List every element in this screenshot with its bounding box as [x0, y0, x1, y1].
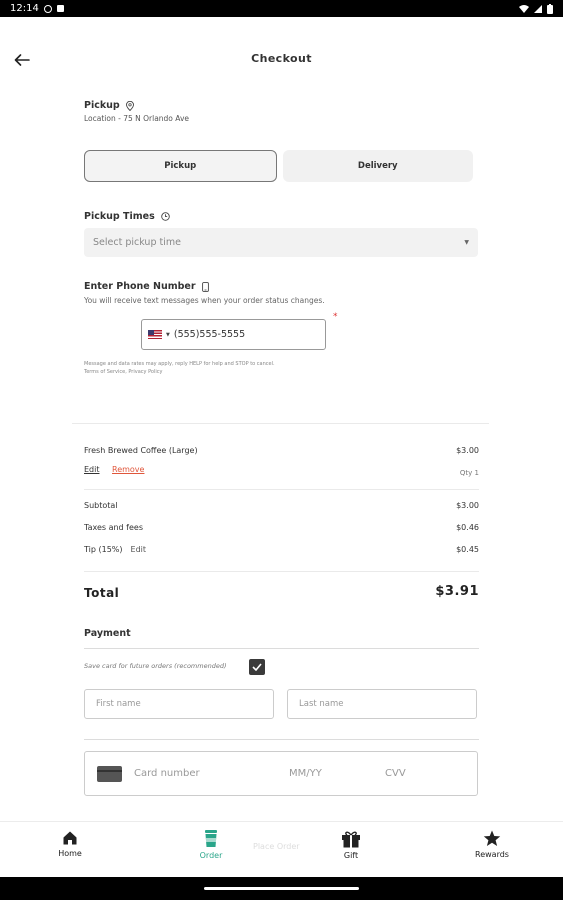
phone-subtitle: You will receive text messages when your…: [84, 296, 325, 305]
cup-icon: [205, 830, 217, 847]
page-title: Checkout: [251, 52, 312, 65]
star-icon: [483, 830, 501, 846]
status-sync-icon: [43, 4, 52, 13]
tip-row: Tip (15%) Edit $0.45: [84, 545, 479, 554]
signal-icon: [534, 4, 542, 13]
status-time: 12:14: [10, 3, 39, 14]
wifi-icon: [519, 4, 529, 13]
phone-value: (555)555-5555: [173, 329, 246, 340]
pickup-times-header: Pickup Times: [84, 211, 170, 222]
card-input-group: Card number MM/YY CVV: [84, 751, 478, 796]
card-cvv-field[interactable]: CVV: [385, 768, 406, 779]
last-name-field[interactable]: Last name: [287, 689, 477, 719]
divider: [84, 739, 479, 740]
pickup-time-select[interactable]: Select pickup time ▼: [84, 228, 478, 257]
pickup-time-placeholder: Select pickup time: [93, 237, 181, 248]
status-notification-icon: [56, 5, 64, 12]
divider: [84, 648, 479, 649]
us-flag-icon[interactable]: [148, 330, 162, 339]
tip-label: Tip (15%): [84, 545, 123, 554]
tip-edit-link[interactable]: Edit: [131, 545, 147, 554]
chevron-down-icon: ▼: [464, 239, 469, 246]
place-order-button-ghost[interactable]: Place Order: [253, 842, 300, 851]
checkmark-icon: [252, 663, 262, 671]
required-marker: *: [333, 312, 338, 322]
country-dropdown-icon[interactable]: ▼: [166, 332, 170, 338]
first-name-field[interactable]: First name: [84, 689, 274, 719]
home-indicator[interactable]: [204, 887, 359, 890]
phone-label: Enter Phone Number: [84, 281, 196, 292]
pickup-label: Pickup: [84, 100, 120, 111]
delivery-option-button[interactable]: Delivery: [282, 150, 473, 182]
phone-icon: [201, 281, 209, 292]
phone-header: Enter Phone Number: [84, 281, 209, 292]
subtotal-amount: $3.00: [456, 501, 479, 510]
total-label: Total: [84, 586, 120, 600]
credit-card-icon: [97, 765, 122, 782]
divider: [84, 571, 479, 572]
nav-home-label: Home: [58, 849, 82, 858]
nav-gift-label: Gift: [343, 851, 359, 860]
pickup-info: Pickup Location - 75 N Orlando Ave: [84, 100, 189, 123]
card-number-field[interactable]: Card number: [134, 768, 289, 779]
card-expiry-field[interactable]: MM/YY: [289, 768, 385, 779]
phone-input[interactable]: ▼ (555)555-5555: [141, 319, 326, 350]
nav-order-label: Order: [199, 851, 223, 860]
last-name-placeholder: Last name: [299, 699, 344, 709]
nav-rewards-label: Rewards: [475, 850, 509, 859]
taxes-amount: $0.46: [456, 523, 479, 532]
cart-item-price: $3.00: [456, 446, 479, 455]
location-pin-icon: [125, 100, 134, 111]
pickup-option-button[interactable]: Pickup: [84, 150, 277, 182]
battery-icon: [547, 3, 553, 14]
system-gesture-bar: [0, 877, 563, 900]
save-card-checkbox[interactable]: [249, 659, 265, 675]
pickup-location: Location - 75 N Orlando Ave: [84, 114, 190, 123]
cart-item-qty: Qty 1: [459, 469, 479, 477]
divider: [72, 423, 489, 424]
total-amount: $3.91: [435, 584, 479, 599]
cart-item-name: Fresh Brewed Coffee (Large): [84, 446, 198, 455]
divider: [84, 489, 479, 490]
tip-amount: $0.45: [456, 545, 479, 554]
status-bar: 12:14: [0, 0, 563, 17]
nav-home[interactable]: Home: [30, 830, 110, 858]
sms-disclaimer: Message and data rates may apply, reply …: [84, 361, 275, 375]
save-card-label: Save card for future orders (recommended…: [84, 662, 227, 670]
gift-icon: [342, 831, 360, 848]
home-icon: [63, 831, 77, 845]
nav-order[interactable]: Order: [171, 830, 251, 860]
nav-gift[interactable]: Gift: [311, 830, 391, 860]
bottom-nav: Place Order Home Order Gift Rewards: [0, 821, 563, 877]
subtotal-label: Subtotal: [84, 501, 118, 510]
pickup-times-label: Pickup Times: [84, 211, 155, 222]
top-bar: Checkout: [0, 17, 563, 103]
first-name-placeholder: First name: [96, 699, 141, 709]
clock-icon: [161, 212, 170, 221]
taxes-label: Taxes and fees: [84, 523, 144, 532]
subtotal-row: Subtotal $3.00: [84, 501, 479, 510]
cart-item-remove-link[interactable]: Remove: [112, 465, 144, 474]
order-type-toggle: Pickup Delivery: [84, 150, 473, 182]
taxes-row: Taxes and fees $0.46: [84, 523, 479, 532]
cart-item-edit-link[interactable]: Edit: [84, 465, 100, 474]
nav-rewards[interactable]: Rewards: [452, 830, 532, 859]
payment-label: Payment: [84, 628, 131, 639]
